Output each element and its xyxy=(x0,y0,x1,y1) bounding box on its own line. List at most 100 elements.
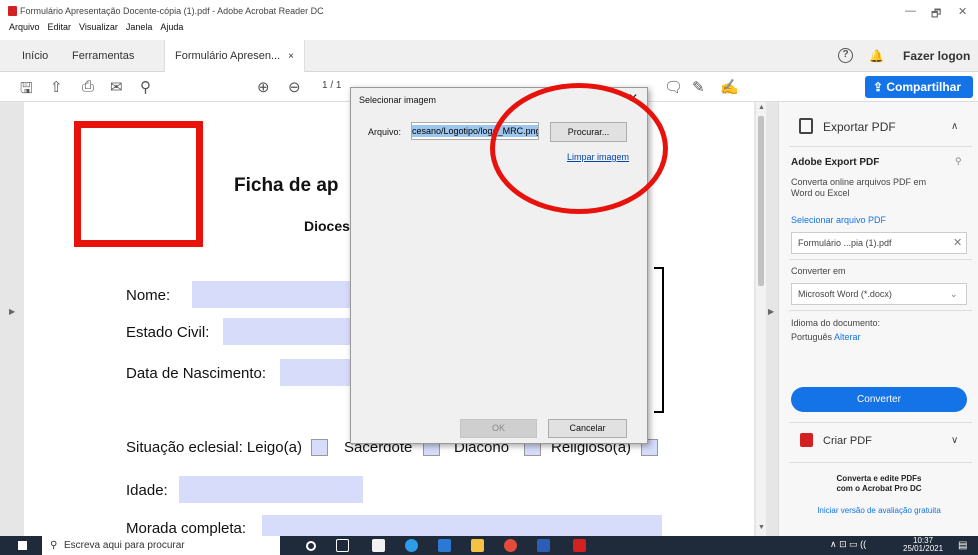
right-panel-toggle[interactable]: ▶ xyxy=(766,102,778,536)
expand-arrow-icon: ▶ xyxy=(9,307,16,316)
cloud-upload-icon[interactable]: ⇧ xyxy=(50,78,63,96)
select-file-link[interactable]: Selecionar arquivo PDF xyxy=(791,215,886,225)
save-icon[interactable]: 🖫 xyxy=(20,78,33,103)
email-icon[interactable]: ✉ xyxy=(110,78,123,96)
minimize-button[interactable]: — xyxy=(905,5,916,17)
taskbar-search-placeholder: Escreva aqui para procurar xyxy=(64,540,185,551)
chevron-up-icon[interactable]: ∧ xyxy=(951,121,958,132)
menu-item-ajuda[interactable]: Ajuda xyxy=(160,22,183,32)
collapse-arrow-icon: ▶ xyxy=(768,307,775,316)
tab-document[interactable]: Formulário Apresen... × xyxy=(164,40,305,72)
divider xyxy=(789,462,972,463)
system-tray[interactable]: ∧ ⊡ ▭ (( xyxy=(830,539,866,550)
pin-icon[interactable]: ⚲ xyxy=(955,156,962,167)
divider xyxy=(789,259,972,260)
logo-image-field[interactable] xyxy=(74,121,203,247)
sign-icon[interactable]: ✍ xyxy=(720,78,739,96)
format-select[interactable]: Microsoft Word (*.docx) ⌄ xyxy=(791,283,967,305)
tab-bar: Início Ferramentas Formulário Apresen...… xyxy=(0,40,978,72)
vertical-scrollbar[interactable]: ▲ ▼ xyxy=(756,102,766,536)
field-estado-civil[interactable] xyxy=(223,318,362,345)
edge-icon[interactable] xyxy=(405,539,418,552)
share-button[interactable]: ⇪ Compartilhar xyxy=(865,76,973,98)
word-icon[interactable] xyxy=(537,539,550,552)
export-pdf-icon xyxy=(799,118,813,134)
menu-item-editar[interactable]: Editar xyxy=(48,22,72,32)
clock[interactable]: 10:37 25/01/2021 xyxy=(903,537,943,553)
file-name: Formulário ...pia (1).pdf xyxy=(798,238,892,248)
promo-text: Converta e edite PDFs com o Acrobat Pro D… xyxy=(789,474,969,494)
export-heading: Adobe Export PDF xyxy=(791,157,880,168)
convert-button[interactable]: Converter xyxy=(791,387,967,412)
field-nome[interactable] xyxy=(192,281,362,308)
chrome-icon[interactable] xyxy=(504,539,517,552)
acrobat-app-icon xyxy=(8,6,17,16)
checkbox-leigo[interactable] xyxy=(311,439,328,456)
taskbar-search[interactable]: ⚲ Escreva aqui para procurar xyxy=(42,536,280,555)
menu-bar: Arquivo Editar Visualizar Janela Ajuda xyxy=(0,22,978,38)
highlight-pen-icon[interactable]: ✎ xyxy=(692,78,705,96)
change-language-link[interactable]: Alterar xyxy=(834,332,861,342)
page-up-icon[interactable]: ⊕ xyxy=(257,78,270,96)
annotation-circle xyxy=(490,83,668,214)
window-title: Formulário Apresentação Docente-cópia (1… xyxy=(20,6,324,16)
clock-date: 25/01/2021 xyxy=(903,544,944,553)
promo-line-1: Converta e edite PDFs xyxy=(836,474,922,483)
print-icon[interactable]: ⎙ xyxy=(82,78,94,95)
task-view-icon[interactable] xyxy=(336,539,349,552)
field-idade[interactable] xyxy=(179,476,363,503)
remove-file-icon[interactable]: ✕ xyxy=(953,233,962,253)
dialog-title: Selecionar imagem xyxy=(359,95,437,105)
selected-file: Formulário ...pia (1).pdf ✕ xyxy=(791,232,967,254)
close-button[interactable]: ✕ xyxy=(958,5,967,18)
create-pdf-title[interactable]: Criar PDF xyxy=(823,435,872,447)
search-icon[interactable]: ⚲ xyxy=(140,78,151,96)
help-icon[interactable]: ? xyxy=(838,48,853,63)
store-icon[interactable] xyxy=(372,539,385,552)
page-down-icon[interactable]: ⊖ xyxy=(288,78,301,96)
page-current[interactable]: 1 xyxy=(322,80,328,91)
tab-tools[interactable]: Ferramentas xyxy=(72,40,134,72)
search-icon: ⚲ xyxy=(50,540,58,551)
ok-button[interactable]: OK xyxy=(460,419,537,438)
label-idade: Idade: xyxy=(126,482,168,499)
title-bar: Formulário Apresentação Docente-cópia (1… xyxy=(0,0,978,22)
label-morada: Morada completa: xyxy=(126,520,247,537)
file-label: Arquivo: xyxy=(368,127,402,137)
tab-close-icon[interactable]: × xyxy=(288,51,294,62)
label-data-nascimento: Data de Nascimento: xyxy=(126,365,267,382)
convert-to-label: Converter em xyxy=(791,266,846,276)
file-explorer-icon[interactable] xyxy=(471,539,484,552)
trial-link[interactable]: Iniciar versão de avaliação gratuita xyxy=(789,506,969,515)
page-indicator[interactable]: 1 / 1 xyxy=(322,80,341,91)
menu-item-arquivo[interactable]: Arquivo xyxy=(9,22,40,32)
divider xyxy=(789,310,972,311)
tab-home[interactable]: Início xyxy=(22,40,48,72)
export-description: Converta online arquivos PDF em Word ou … xyxy=(791,177,927,198)
chevron-down-icon[interactable]: ∨ xyxy=(951,435,958,446)
export-pdf-title[interactable]: Exportar PDF xyxy=(823,120,896,134)
comment-icon[interactable]: 🗨 xyxy=(664,78,683,96)
chevron-down-icon: ⌄ xyxy=(950,289,958,299)
scrollbar-thumb[interactable] xyxy=(758,116,764,286)
cancel-button[interactable]: Cancelar xyxy=(548,419,627,438)
left-panel-toggle[interactable]: ▶ xyxy=(0,102,24,536)
acrobat-taskbar-icon[interactable] xyxy=(573,539,586,552)
windows-start-icon[interactable] xyxy=(18,541,27,550)
promo-line-2: com o Acrobat Pro DC xyxy=(836,484,922,493)
taskbar: ⚲ Escreva aqui para procurar ∧ ⊡ ▭ (( 10:… xyxy=(0,536,978,555)
cortana-icon[interactable] xyxy=(306,541,316,551)
menu-item-janela[interactable]: Janela xyxy=(126,22,153,32)
notification-bell-icon[interactable]: 🔔 xyxy=(869,49,884,63)
label-situacao: Situação eclesial: Leigo(a) xyxy=(126,439,302,456)
label-estado-civil: Estado Civil: xyxy=(126,324,210,341)
mail-icon[interactable] xyxy=(438,539,451,552)
notification-center-icon[interactable]: ▤ xyxy=(958,540,967,551)
format-value: Microsoft Word (*.docx) xyxy=(798,289,892,299)
menu-item-visualizar[interactable]: Visualizar xyxy=(79,22,118,32)
scroll-up-icon[interactable]: ▲ xyxy=(758,104,765,111)
login-link[interactable]: Fazer logon xyxy=(903,49,970,63)
screen: Formulário Apresentação Docente-cópia (1… xyxy=(0,0,978,555)
language-label: Idioma do documento: xyxy=(791,318,881,328)
scroll-down-icon[interactable]: ▼ xyxy=(758,524,765,531)
